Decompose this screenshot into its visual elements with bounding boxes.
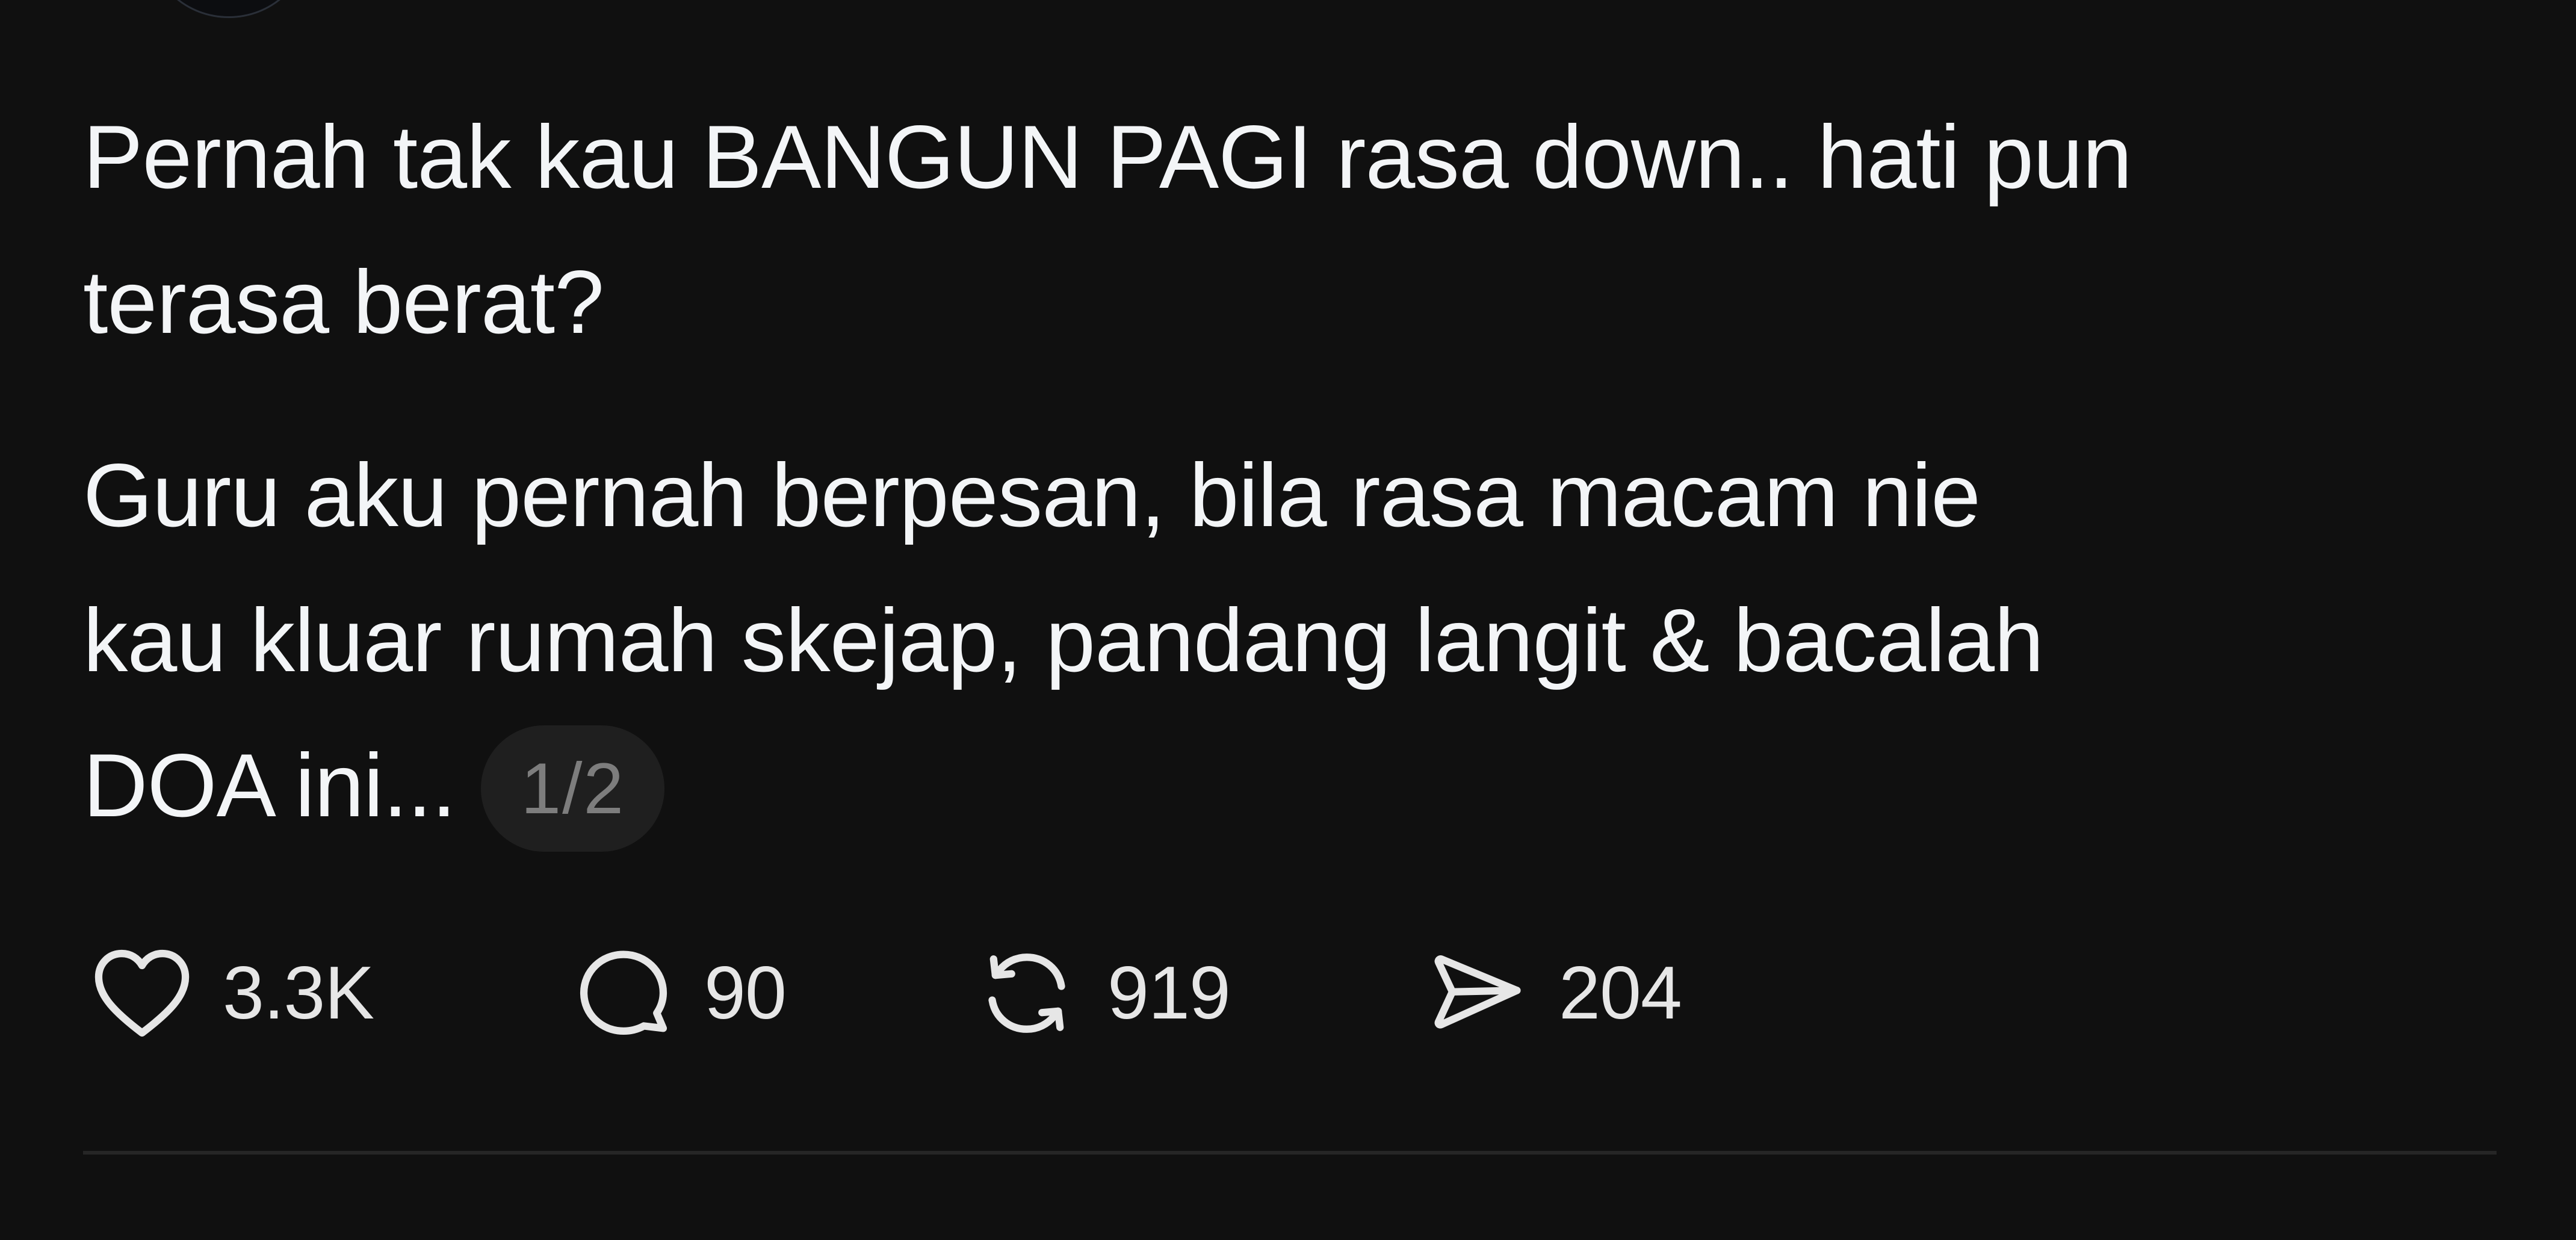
post-text-fragment: DOA ini...	[83, 735, 456, 835]
share-button[interactable]: 204	[1419, 939, 1682, 1047]
repost-button[interactable]: 919	[968, 939, 1231, 1047]
post-actions-bar: 3.3K 90 919 204	[83, 939, 2430, 1047]
post-text-line: terasa berat?	[83, 252, 604, 352]
post-body: Pernah tak kau BANGUN PAGI rasa down.. h…	[83, 84, 2430, 858]
share-count: 204	[1559, 952, 1682, 1035]
speech-bubble-icon	[565, 939, 683, 1047]
repost-count: 919	[1107, 952, 1231, 1035]
reply-button[interactable]: 90	[565, 939, 787, 1047]
post-text-line-last: DOA ini... 1/2	[83, 713, 2430, 858]
post-text-line: Pernah tak kau BANGUN PAGI rasa down.. h…	[83, 107, 2132, 207]
post-paragraph: Pernah tak kau BANGUN PAGI rasa down.. h…	[83, 84, 2430, 374]
heart-icon	[83, 939, 201, 1047]
post-divider	[83, 1151, 2497, 1155]
like-count: 3.3K	[223, 952, 374, 1035]
repost-arrows-icon	[968, 939, 1086, 1047]
avatar[interactable]	[150, 0, 307, 18]
post-text: Pernah tak kau BANGUN PAGI rasa down.. h…	[83, 84, 2430, 858]
post-text-line: Guru aku pernah berpesan, bila rasa maca…	[83, 445, 1981, 545]
thread-counter-badge: 1/2	[481, 725, 665, 852]
like-button[interactable]: 3.3K	[83, 939, 374, 1047]
post-text-line: kau kluar rumah skejap, pandang langit &…	[83, 590, 2044, 690]
post-paragraph: Guru aku pernah berpesan, bila rasa maca…	[83, 423, 2430, 858]
reply-count: 90	[704, 952, 787, 1035]
send-arrow-icon	[1419, 939, 1537, 1047]
